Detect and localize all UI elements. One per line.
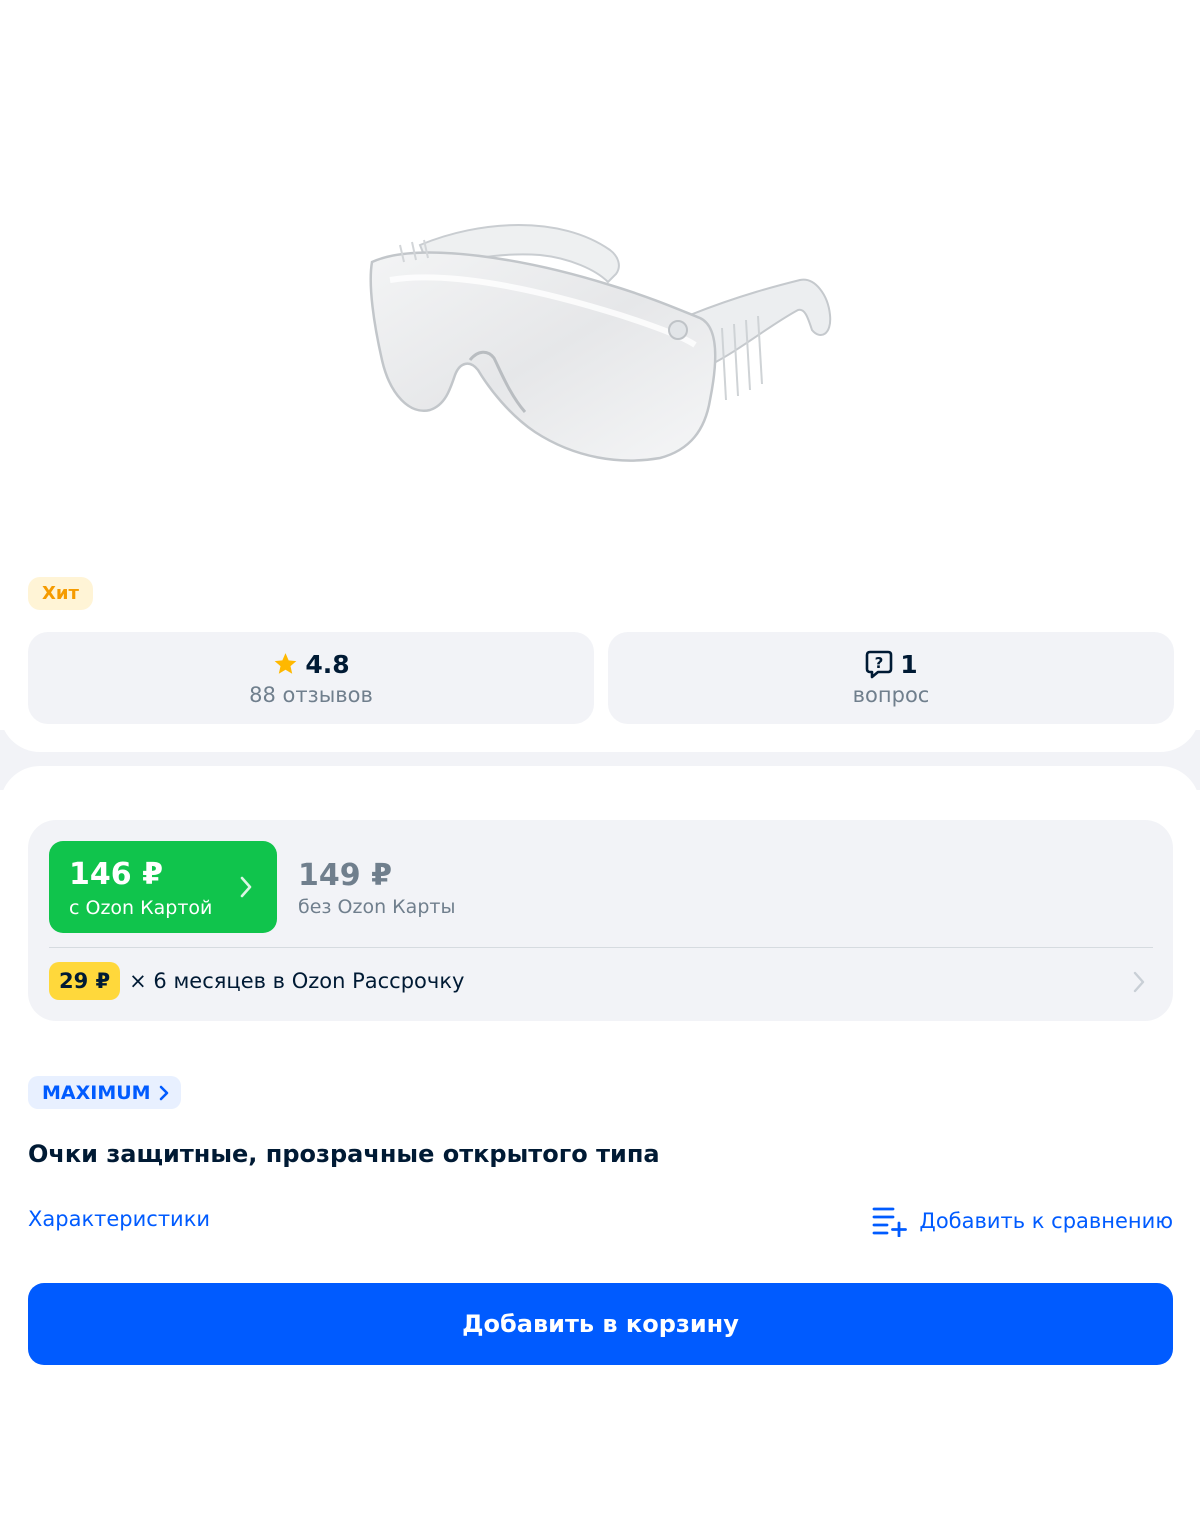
question-bubble-icon: ? [865,650,893,679]
regular-price: 149 ₽ [298,858,392,893]
regular-price-label: без Ozon Карты [298,896,456,918]
price-divider [49,947,1153,948]
chevron-right-icon [159,1085,168,1100]
installment-amount: 29 ₽ [59,969,111,993]
questions-button[interactable]: ? 1 вопрос [608,632,1174,724]
chevron-right-icon [1133,971,1145,993]
hit-badge: Хит [28,577,93,610]
price-panel: 146 ₽ с Ozon Картой 149 ₽ без Ozon Карты… [28,820,1173,1021]
svg-text:?: ? [875,654,884,672]
star-icon [275,653,297,674]
rating-value: 4.8 [305,649,350,679]
hit-badge-label: Хит [42,583,79,604]
chevron-right-icon [240,876,252,898]
add-to-cart-button[interactable]: Добавить в корзину [28,1283,1173,1365]
rating-reviews-button[interactable]: 4.8 88 отзывов [28,632,594,724]
compare-list-icon [873,1207,908,1237]
brand-name: MAXIMUM [42,1081,151,1104]
questions-count: 1 [900,649,918,679]
product-image[interactable] [360,200,850,480]
reviews-count: 88 отзывов [249,682,373,707]
installment-text: × 6 месяцев в Ozon Рассрочку [129,969,465,993]
installment-row[interactable]: 29 ₽ × 6 месяцев в Ozon Рассрочку [49,961,1153,1001]
product-gallery-card: Хит 4.8 88 отзывов ? 1 вопрос [0,0,1200,752]
ozon-card-label: с Ozon Картой [69,897,213,919]
add-to-compare-label: Добавить к сравнению [919,1209,1173,1233]
ozon-card-price: 146 ₽ [69,857,163,892]
add-to-compare-link[interactable]: Добавить к сравнению [871,1205,1173,1237]
product-title: Очки защитные, прозрачные открытого типа [28,1140,660,1168]
specs-link[interactable]: Характеристики [28,1207,210,1231]
installment-amount-badge: 29 ₽ [49,962,121,1000]
brand-badge[interactable]: MAXIMUM [28,1076,181,1109]
ozon-card-price-button[interactable]: 146 ₽ с Ozon Картой [49,841,277,933]
questions-label: вопрос [852,683,930,707]
